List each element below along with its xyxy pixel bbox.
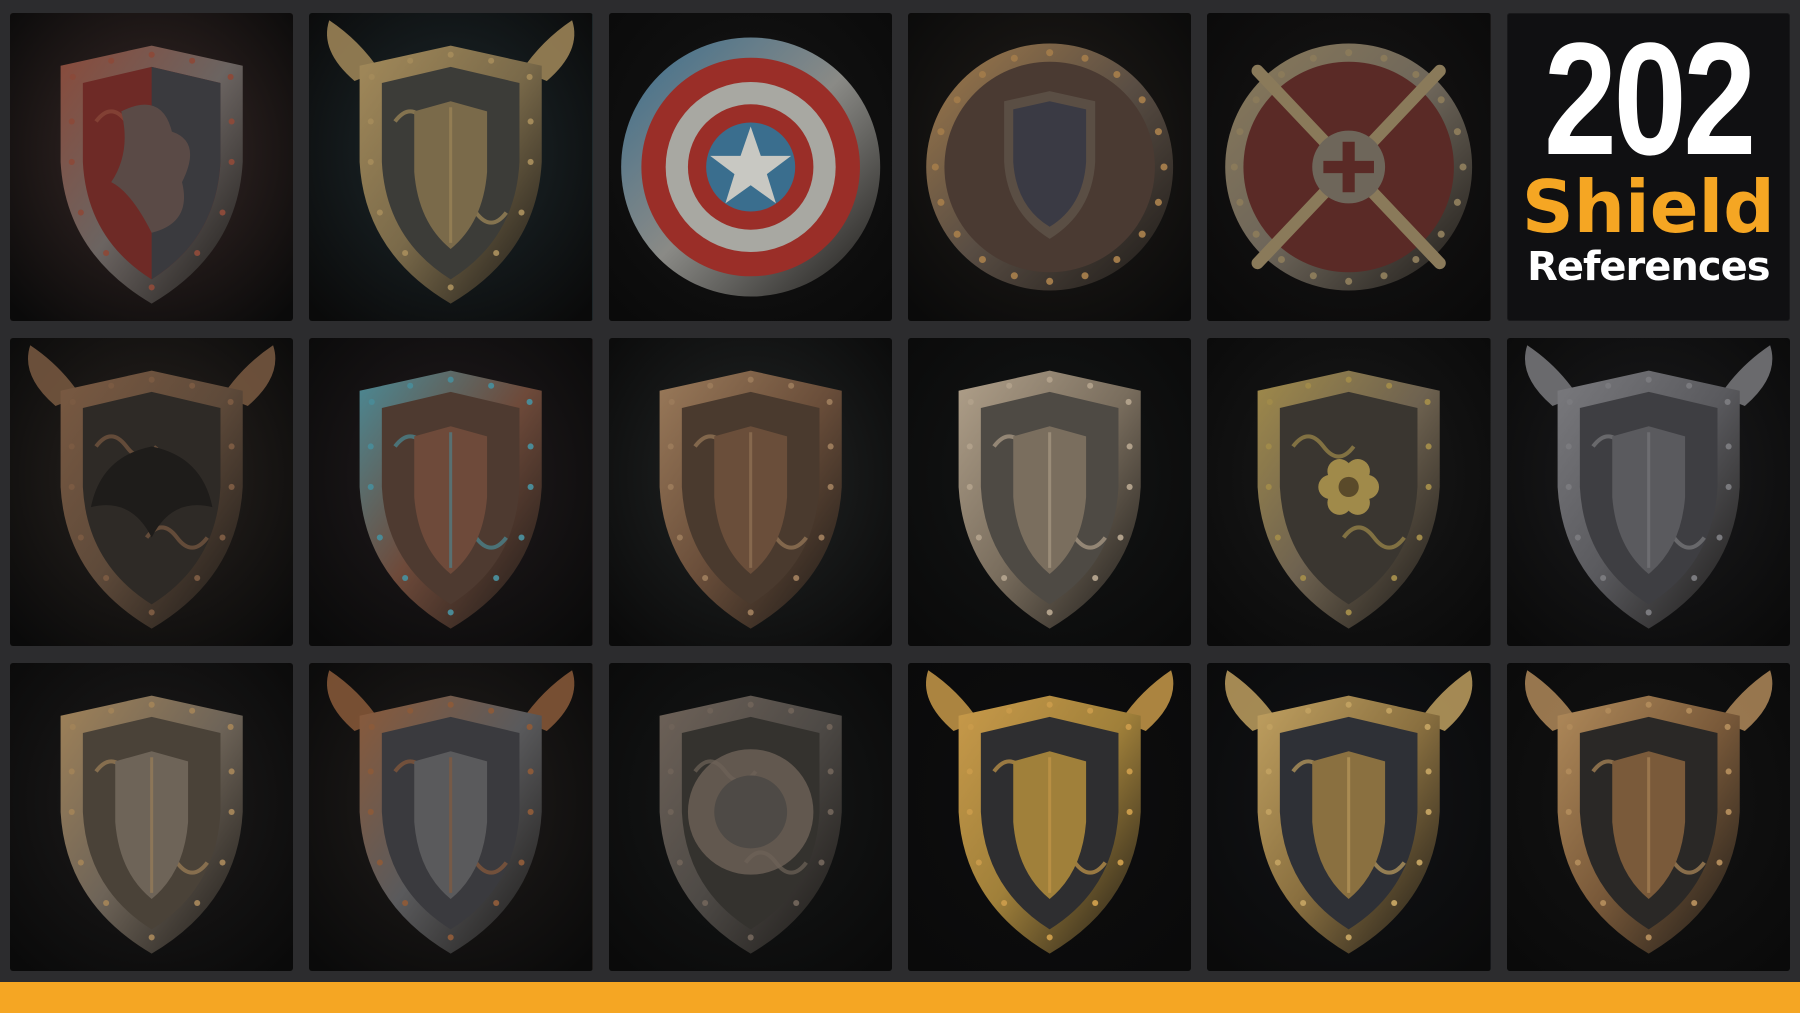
tile-gold-winged-shield[interactable] bbox=[908, 663, 1192, 971]
shield-image bbox=[608, 338, 892, 646]
tile-crossed-swords-shield[interactable] bbox=[1207, 13, 1491, 321]
tile-floral-shield[interactable] bbox=[1207, 338, 1491, 646]
title-count: 202 bbox=[1543, 13, 1756, 188]
tile-gold-eagle-shield[interactable] bbox=[1207, 663, 1491, 971]
shield-gallery-grid: 202 Shield References bbox=[10, 13, 1790, 971]
shield-image bbox=[608, 13, 892, 321]
shield-image bbox=[608, 663, 892, 971]
shield-image bbox=[10, 663, 294, 971]
tile-eagle-shield[interactable] bbox=[10, 338, 294, 646]
tile-star-round-shield[interactable] bbox=[608, 13, 892, 321]
tile-spiked-steel-shield[interactable] bbox=[10, 663, 294, 971]
tile-red-dragon-shield[interactable] bbox=[10, 13, 294, 321]
tile-bronze-horn-shield[interactable] bbox=[1506, 663, 1790, 971]
shield-image bbox=[908, 13, 1192, 321]
tile-lion-shield[interactable] bbox=[608, 663, 892, 971]
footer-accent-bar bbox=[0, 982, 1800, 1013]
shield-image bbox=[1207, 338, 1491, 646]
tile-round-crest-shield[interactable] bbox=[908, 13, 1192, 321]
shield-image bbox=[1506, 663, 1790, 971]
shield-image bbox=[1207, 663, 1491, 971]
shield-image bbox=[309, 663, 593, 971]
shield-image bbox=[908, 663, 1192, 971]
tile-ornate-bronze-shield[interactable] bbox=[608, 338, 892, 646]
title-subtitle: References bbox=[1527, 244, 1770, 290]
shield-image bbox=[309, 13, 593, 321]
tile-horned-gold-shield[interactable] bbox=[309, 13, 593, 321]
shield-image bbox=[309, 338, 593, 646]
shield-image bbox=[1506, 338, 1790, 646]
tile-teal-copper-shield[interactable] bbox=[309, 338, 593, 646]
shield-image bbox=[10, 338, 294, 646]
shield-image bbox=[10, 13, 294, 321]
tile-winged-dark-shield[interactable] bbox=[309, 663, 593, 971]
shield-image bbox=[1207, 13, 1491, 321]
tile-horned-helm-shield[interactable] bbox=[1506, 338, 1790, 646]
title-card: 202 Shield References bbox=[1506, 13, 1790, 321]
tile-filigree-steel-shield[interactable] bbox=[908, 338, 1192, 646]
shield-image bbox=[908, 338, 1192, 646]
